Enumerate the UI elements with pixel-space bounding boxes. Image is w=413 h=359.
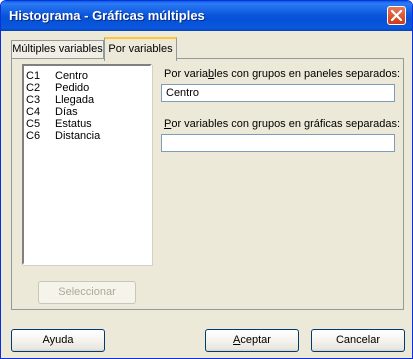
column-id: C4 [26, 106, 41, 118]
graph-groups-label: Por variables con grupos en gráficas sep… [164, 118, 401, 130]
tab-label: Múltiples variables [12, 43, 103, 55]
tab-label: Por variables [108, 43, 173, 55]
graph-groups-field[interactable] [161, 134, 395, 152]
panel-groups-field[interactable]: Centro [161, 84, 395, 102]
tab-por-variables[interactable]: Por variables [104, 37, 177, 61]
panel-groups-label: Por variables con grupos en paneles sepa… [164, 68, 401, 80]
column-name: Centro [55, 70, 89, 82]
column-id: C2 [26, 82, 41, 94]
tab-multiples-variables[interactable]: Múltiples variables [11, 40, 104, 59]
ok-button[interactable]: Aceptar [205, 329, 299, 352]
column-id: C5 [26, 118, 41, 130]
column-name: Llegada [55, 94, 95, 106]
close-button[interactable] [387, 6, 406, 25]
column-name: Días [55, 106, 78, 118]
column-name: Distancia [55, 130, 101, 142]
window-title: Histograma - Gráficas múltiples [9, 8, 205, 23]
column-name: Estatus [55, 118, 92, 130]
column-id: C3 [26, 94, 41, 106]
column-name: Pedido [55, 82, 90, 94]
select-button[interactable]: Seleccionar [38, 281, 136, 304]
cancel-button[interactable]: Cancelar [311, 329, 405, 352]
column-id: C6 [26, 130, 41, 142]
help-button[interactable]: Ayuda [11, 329, 105, 352]
column-id: C1 [26, 70, 41, 82]
dialog-window: Histograma - Gráficas múltiples Múltiple… [0, 0, 413, 359]
close-icon [391, 10, 402, 21]
title-bar[interactable]: Histograma - Gráficas múltiples [1, 1, 412, 31]
variables-listbox[interactable]: C1 Centro C2 Pedido C3 Llegada C4 Días C… [22, 64, 152, 265]
